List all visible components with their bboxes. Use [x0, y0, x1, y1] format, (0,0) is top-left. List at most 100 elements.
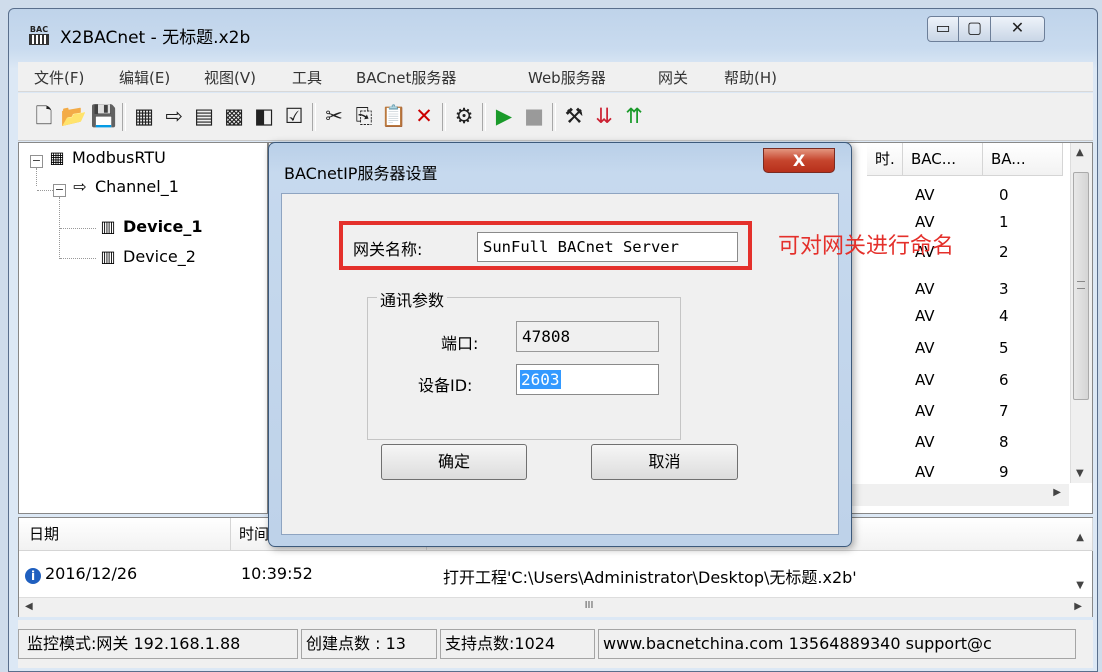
open-folder-icon[interactable]: 📂 [60, 101, 88, 131]
copy-icon[interactable]: ⎘ [350, 101, 378, 131]
device-icon: ▥ [100, 217, 116, 236]
new-file-icon[interactable]: 🗋 [30, 101, 58, 131]
menu-edit[interactable]: 编辑(E) [119, 67, 170, 88]
add-point-icon[interactable]: ▩ [220, 101, 248, 131]
cell-type: AV [915, 463, 935, 481]
log-horizontal-scrollbar[interactable]: ◀ III ▶ [19, 597, 1092, 617]
run-icon[interactable]: ▶ [490, 101, 518, 131]
upload-icon[interactable]: ⇈ [620, 101, 648, 131]
app-icon-text: BAC [29, 25, 49, 34]
maximize-button[interactable]: ▢ [959, 16, 991, 42]
menu-bar: 文件(F) 编辑(E) 视图(V) 工具 BACnet服务器 Web服务器 网关… [18, 62, 1093, 92]
maximize-icon: ▢ [966, 18, 983, 37]
cell-instance: 2 [999, 243, 1009, 261]
cell-instance: 5 [999, 339, 1009, 357]
scroll-right-icon[interactable]: ▶ [1053, 487, 1061, 498]
load-icon[interactable]: ⇊ [590, 101, 618, 131]
cut-icon[interactable]: ✂ [320, 101, 348, 131]
log-time: 10:39:52 [241, 564, 313, 583]
ok-button[interactable]: 确定 [381, 444, 527, 480]
dialog-title: BACnetIP服务器设置 [284, 164, 438, 183]
menu-gateway[interactable]: 网关 [658, 67, 688, 88]
collapse-channel-icon[interactable]: − [53, 184, 66, 197]
menu-tools[interactable]: 工具 [292, 67, 322, 88]
scroll-left-icon[interactable]: ◀ [25, 601, 33, 612]
scroll-right-icon[interactable]: ▶ [1074, 601, 1082, 612]
port-field[interactable]: 47808 [516, 321, 659, 352]
column-header-bacnet-type[interactable]: BAC... [903, 143, 983, 176]
annotation-text: 可对网关进行命名 [778, 234, 955, 259]
menu-view[interactable]: 视图(V) [204, 67, 256, 88]
highlight-box [339, 221, 752, 270]
properties-icon[interactable]: ☑ [280, 101, 308, 131]
tools-icon[interactable]: ⚒ [560, 101, 588, 131]
scroll-up-icon[interactable]: ▲ [1076, 147, 1084, 158]
cell-instance: 3 [999, 280, 1009, 298]
cell-type: AV [915, 402, 935, 420]
save-icon[interactable]: 💾 [90, 101, 118, 131]
status-mode: 监控模式:网关 192.168.1.88 [18, 629, 298, 659]
menu-web-server[interactable]: Web服务器 [528, 67, 606, 88]
close-button[interactable]: ✕ [991, 16, 1045, 42]
comm-params-label: 通讯参数 [377, 287, 448, 311]
column-header-bacnet-instance[interactable]: BA... [983, 143, 1063, 176]
cell-instance: 4 [999, 307, 1009, 325]
device-tree[interactable]: − ▦ ModbusRTU − ⇨ Channel_1 ▥ Device_1 ▥ Dev… [18, 142, 268, 514]
log-scroll-down-icon[interactable]: ▼ [1076, 580, 1084, 591]
tree-item-label: Channel_1 [95, 177, 179, 196]
close-icon: ✕ [1010, 18, 1025, 37]
log-scroll-thumb[interactable]: III [539, 600, 639, 614]
minimize-icon: ▭ [935, 18, 951, 37]
minimize-button[interactable]: ▭ [927, 16, 959, 42]
scroll-down-icon[interactable]: ▼ [1076, 468, 1084, 479]
device-id-label: 设备ID: [418, 376, 473, 395]
cell-instance: 1 [999, 213, 1009, 231]
info-icon: i [25, 566, 41, 584]
channel-icon: ⇨ [73, 177, 87, 196]
port-label: 端口: [441, 334, 479, 353]
cell-instance: 9 [999, 463, 1009, 481]
status-points-created: 创建点数 : 13 [301, 629, 437, 659]
cell-instance: 0 [999, 186, 1009, 204]
build-icon[interactable]: ⚙ [450, 101, 478, 131]
cell-type: AV [915, 339, 935, 357]
cancel-button[interactable]: 取消 [591, 444, 738, 480]
menu-bacnet-server[interactable]: BACnet服务器 [356, 67, 456, 88]
status-bar: 监控模式:网关 192.168.1.88 创建点数 : 13 支持点数:1024… [18, 620, 1093, 668]
list-scroll-thumb[interactable] [1073, 172, 1089, 400]
device-id-value: 2603 [520, 370, 561, 389]
tree-item-device-2[interactable]: ▥ Device_2 [97, 247, 195, 266]
status-points-supported: 支持点数:1024 [440, 629, 595, 659]
add-device-icon[interactable]: ⇨ [160, 101, 188, 131]
protocol-icon: ▦ [49, 148, 65, 167]
device-3d-icon[interactable]: ◧ [250, 101, 278, 131]
tree-item-device-1[interactable]: ▥ Device_1 [97, 217, 203, 236]
app-icon: BAC [26, 25, 52, 45]
tree-item-channel[interactable]: ⇨ Channel_1 [69, 177, 179, 196]
close-icon: X [792, 151, 806, 170]
cell-type: AV [915, 280, 935, 298]
tree-item-modbusrtu[interactable]: ▦ ModbusRTU [46, 148, 166, 167]
paste-icon[interactable]: 📋 [380, 101, 408, 131]
device-icon: ▥ [100, 247, 116, 266]
tree-item-label: ModbusRTU [72, 148, 166, 167]
stop-icon[interactable]: ■ [520, 101, 548, 131]
collapse-root-icon[interactable]: − [30, 155, 43, 168]
tree-item-label: Device_1 [123, 217, 203, 236]
menu-help[interactable]: 帮助(H) [724, 67, 777, 88]
toolbar: 🗋 📂 💾 ▦ ⇨ ▤ ▩ ◧ ☑ ✂ ⎘ 📋 ✕ ⚙ ▶ ■ ⚒ ⇊ ⇈ [18, 93, 1093, 141]
device-table-icon[interactable]: ▤ [190, 101, 218, 131]
cell-type: AV [915, 371, 935, 389]
cell-type: AV [915, 433, 935, 451]
menu-file[interactable]: 文件(F) [34, 67, 84, 88]
status-contact: www.bacnetchina.com 13564889340 support@… [598, 629, 1076, 659]
cell-instance: 6 [999, 371, 1009, 389]
log-date: 2016/12/26 [45, 564, 138, 583]
add-channel-icon[interactable]: ▦ [130, 101, 158, 131]
dialog-close-button[interactable]: X [763, 148, 835, 173]
column-header-time[interactable]: 时. [867, 143, 903, 176]
device-id-field[interactable]: 2603 [516, 364, 659, 395]
log-scroll-up-icon[interactable]: ▲ [1076, 532, 1084, 543]
delete-icon[interactable]: ✕ [410, 101, 438, 131]
column-header-date[interactable]: 日期 [19, 518, 231, 551]
